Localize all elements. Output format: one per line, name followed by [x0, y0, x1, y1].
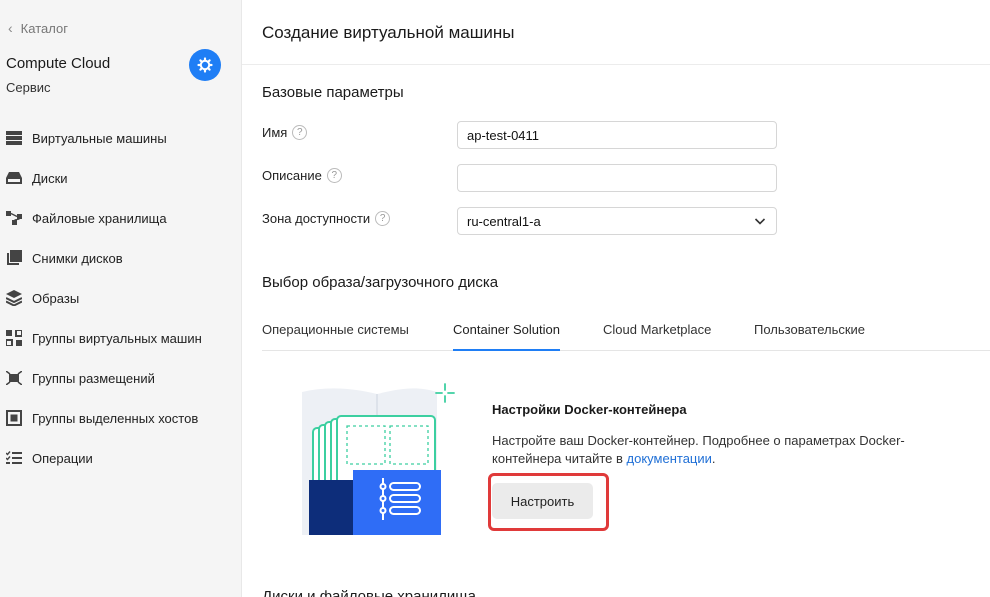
- section-title-image: Выбор образа/загрузочного диска: [262, 274, 499, 291]
- dedicated-hosts-icon: [6, 410, 22, 426]
- sidebar-item-label: Образы: [32, 290, 80, 306]
- name-input-value: ap-test-0411: [467, 127, 540, 143]
- chevron-left-icon: ‹: [8, 20, 13, 36]
- docker-description-end: .: [711, 451, 716, 466]
- service-title: Compute Cloud: [6, 55, 111, 72]
- sidebar-item-file-storages[interactable]: Файловые хранилища: [0, 198, 241, 238]
- sidebar-item-label: Диски: [32, 170, 68, 186]
- disk-icon: [6, 170, 22, 186]
- sidebar-item-label: Группы виртуальных машин: [32, 330, 202, 346]
- images-layers-icon: [6, 290, 22, 306]
- documentation-link[interactable]: документации: [627, 451, 712, 466]
- chevron-down-icon: [754, 215, 766, 230]
- name-label: Имя ?: [262, 125, 308, 140]
- main-content: Создание виртуальной машины Базовые пара…: [242, 0, 990, 597]
- sidebar-item-label: Операции: [32, 450, 93, 466]
- tab-custom[interactable]: Пользовательские: [754, 322, 865, 349]
- image-source-tabs: Операционные системы Container Solution …: [262, 314, 990, 351]
- tab-operating-systems[interactable]: Операционные системы: [262, 322, 409, 349]
- description-label: Описание ?: [262, 168, 342, 183]
- server-list-icon: [6, 130, 22, 146]
- help-icon[interactable]: ?: [326, 168, 342, 183]
- service-subtitle: Сервис: [6, 80, 51, 95]
- file-storage-icon: [6, 210, 22, 226]
- sidebar-item-disk-snapshots[interactable]: Снимки дисков: [0, 238, 241, 278]
- sidebar-item-images[interactable]: Образы: [0, 278, 241, 318]
- tab-cloud-marketplace[interactable]: Cloud Marketplace: [603, 322, 711, 349]
- docker-settings-title: Настройки Docker-контейнера: [492, 402, 687, 417]
- sidebar-item-dedicated-hosts[interactable]: Группы выделенных хостов: [0, 398, 241, 438]
- snapshots-icon: [6, 250, 22, 266]
- sidebar-item-label: Файловые хранилища: [32, 210, 167, 226]
- sidebar-item-virtual-machines[interactable]: Виртуальные машины: [0, 118, 241, 158]
- operations-list-icon: [6, 450, 22, 466]
- zone-select[interactable]: ru-central1-a: [457, 207, 777, 235]
- name-input[interactable]: ap-test-0411: [457, 121, 777, 149]
- zone-label: Зона доступности ?: [262, 211, 391, 226]
- docker-illustration: [297, 380, 467, 540]
- help-icon[interactable]: ?: [375, 211, 391, 226]
- section-title-disks: Диски и файловые хранилища: [262, 588, 476, 597]
- description-input[interactable]: [457, 164, 777, 192]
- sidebar: ‹ Каталог Compute Cloud Сервис Виртуальн…: [0, 0, 242, 597]
- sidebar-item-placement-groups[interactable]: Группы размещений: [0, 358, 241, 398]
- divider: [242, 64, 990, 65]
- sidebar-item-operations[interactable]: Операции: [0, 438, 241, 478]
- section-title-basic: Базовые параметры: [262, 84, 404, 101]
- sidebar-item-vm-groups[interactable]: Группы виртуальных машин: [0, 318, 241, 358]
- vm-groups-icon: [6, 330, 22, 346]
- back-link-label: Каталог: [20, 20, 68, 36]
- page-title: Создание виртуальной машины: [262, 23, 515, 42]
- sidebar-item-label: Снимки дисков: [32, 250, 123, 266]
- sidebar-item-label: Группы выделенных хостов: [32, 410, 199, 426]
- back-to-catalog-link[interactable]: ‹ Каталог: [8, 20, 68, 36]
- zone-label-text: Зона доступности: [262, 211, 371, 226]
- tab-container-solution[interactable]: Container Solution: [453, 322, 560, 351]
- description-label-text: Описание: [262, 168, 322, 183]
- placement-groups-icon: [6, 370, 22, 386]
- configure-button[interactable]: Настроить: [492, 483, 593, 519]
- sidebar-nav: Виртуальные машины Диски Файловые хранил…: [0, 118, 241, 478]
- sidebar-item-label: Виртуальные машины: [32, 130, 167, 146]
- zone-select-value: ru-central1-a: [467, 213, 541, 229]
- service-settings-icon[interactable]: [189, 49, 221, 81]
- help-icon[interactable]: ?: [292, 125, 308, 140]
- name-label-text: Имя: [262, 125, 288, 140]
- sidebar-item-disks[interactable]: Диски: [0, 158, 241, 198]
- sidebar-item-label: Группы размещений: [32, 370, 155, 386]
- docker-settings-description: Настройте ваш Docker-контейнер. Подробне…: [492, 432, 922, 468]
